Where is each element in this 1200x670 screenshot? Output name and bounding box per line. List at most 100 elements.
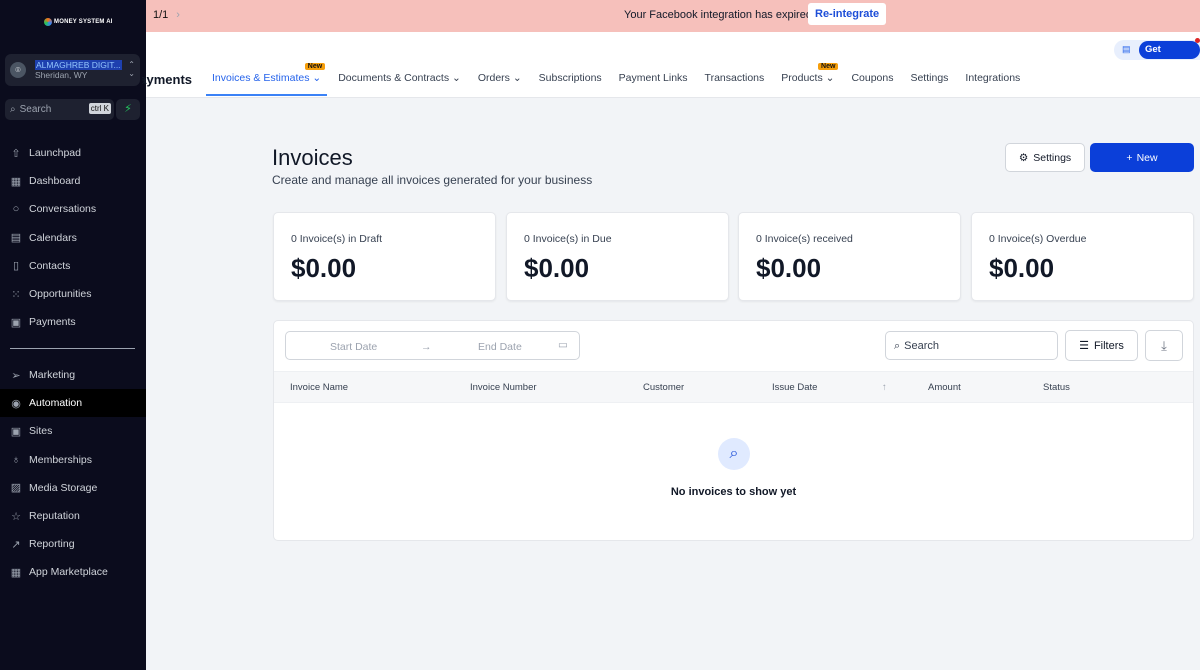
stat-value: $0.00 bbox=[989, 253, 1055, 283]
contacts-icon: ▯ bbox=[12, 260, 20, 273]
account-switcher[interactable]: ⌾ ALMAGHREB DIGIT... Sheridan, WY ⌃ ⌄ bbox=[5, 54, 140, 86]
tab-subscriptions[interactable]: Subscriptions bbox=[539, 72, 602, 84]
tab-transactions[interactable]: Transactions bbox=[705, 72, 765, 84]
tab-documents-contracts[interactable]: Documents & Contracts ⌄ bbox=[338, 72, 461, 84]
column-header[interactable]: Customer bbox=[643, 382, 684, 393]
filter-icon: ☰ bbox=[1079, 340, 1089, 352]
stat-card-received: 0 Invoice(s) received $0.00 bbox=[738, 212, 961, 301]
filters-label: Filters bbox=[1093, 339, 1124, 352]
location-icon: ⌾ bbox=[10, 62, 26, 78]
star-icon: ☆ bbox=[11, 510, 21, 523]
apps-icon: ▦ bbox=[10, 566, 22, 579]
tab-integrations[interactable]: Integrations bbox=[965, 72, 1020, 84]
tab-products[interactable]: Products ⌄ New bbox=[781, 63, 839, 84]
top-nav: Payments Invoices & Estimates ⌄ New Docum… bbox=[142, 32, 1200, 98]
sidebar-item-media-storage[interactable]: ▨ Media Storage bbox=[0, 474, 146, 502]
calendar-icon: ▤ bbox=[10, 232, 22, 245]
stat-value: $0.00 bbox=[291, 253, 357, 283]
sidebar-item-marketing[interactable]: ➢ Marketing bbox=[0, 361, 146, 389]
sidebar-item-label: Opportunities bbox=[29, 288, 92, 301]
grid-icon: ▦ bbox=[10, 175, 22, 188]
sidebar-item-reporting[interactable]: ↗ Reporting bbox=[0, 530, 146, 558]
sidebar-nav: ⇧ Launchpad ▦ Dashboard ○ Conversations ▤ Ca… bbox=[0, 139, 146, 336]
column-header[interactable]: Issue Date bbox=[772, 382, 817, 393]
image-icon: ▨ bbox=[10, 482, 22, 495]
chevron-right-icon[interactable]: › bbox=[176, 9, 180, 21]
stat-label: 0 Invoice(s) in Draft bbox=[291, 233, 383, 245]
sites-icon: ▣ bbox=[10, 425, 22, 438]
integration-banner: 1/1 › Your Facebook integration has expir… bbox=[146, 0, 1200, 32]
new-invoice-button[interactable]: + New bbox=[1090, 143, 1194, 172]
column-header[interactable]: Invoice Number bbox=[470, 382, 537, 393]
sidebar-item-contacts[interactable]: ▯ Contacts bbox=[0, 252, 146, 280]
invoices-table-panel: Start Date → End Date ▭ ⌕ Search ☰ Filters… bbox=[273, 320, 1194, 541]
column-header[interactable]: Amount bbox=[928, 382, 961, 393]
notification-dot bbox=[1195, 38, 1200, 43]
sidebar-item-label: Media Storage bbox=[29, 481, 98, 494]
calendar-icon: ▭ bbox=[558, 339, 568, 351]
account-location: Sheridan, WY bbox=[35, 70, 88, 80]
chevron-down-icon: ⌄ bbox=[512, 72, 522, 84]
chevron-down-icon: ⌄ bbox=[452, 72, 461, 84]
search-placeholder: Search bbox=[19, 104, 52, 115]
account-name: ALMAGHREB DIGIT... bbox=[35, 60, 122, 70]
sidebar-item-label: App Marketplace bbox=[29, 566, 108, 579]
column-header[interactable]: Status bbox=[1043, 382, 1070, 393]
sidebar-item-conversations[interactable]: ○ Conversations bbox=[0, 195, 146, 223]
chevron-updown-icon: ⌃ ⌄ bbox=[128, 60, 135, 78]
stat-card-draft: 0 Invoice(s) in Draft $0.00 bbox=[273, 212, 496, 301]
sidebar-item-opportunities[interactable]: ⁙ Opportunities bbox=[0, 280, 146, 308]
sidebar-nav-secondary: ➢ Marketing ◉ Automation ▣ Sites ♁ Membershi… bbox=[0, 361, 146, 587]
sidebar-item-calendars[interactable]: ▤ Calendars bbox=[0, 224, 146, 252]
sidebar-item-label: Launchpad bbox=[29, 147, 81, 160]
sidebar-item-automation[interactable]: ◉ Automation bbox=[0, 389, 146, 418]
sidebar-search[interactable]: ⌕ Search ctrl K bbox=[5, 99, 114, 120]
sidebar-item-payments[interactable]: ▣ Payments bbox=[0, 308, 146, 336]
sidebar-item-sites[interactable]: ▣ Sites bbox=[0, 417, 146, 445]
award-icon: ♁ bbox=[11, 453, 21, 466]
reintegrate-button[interactable]: Re-integrate bbox=[808, 3, 887, 25]
download-icon[interactable]: ⤓ bbox=[1145, 330, 1183, 361]
tab-label: Products bbox=[781, 72, 823, 84]
tabs: Invoices & Estimates ⌄ New Documents & Co… bbox=[205, 63, 1037, 96]
table-search-input[interactable]: ⌕ Search bbox=[885, 331, 1058, 360]
sort-arrow-icon[interactable]: ↑ bbox=[882, 382, 887, 393]
tab-label: Invoices & Estimates bbox=[212, 72, 310, 84]
tab-invoices-estimates[interactable]: Invoices & Estimates ⌄ New bbox=[205, 63, 328, 96]
tab-orders[interactable]: Orders ⌄ bbox=[478, 72, 522, 84]
sidebar-item-dashboard[interactable]: ▦ Dashboard bbox=[0, 167, 146, 195]
sidebar-item-label: Memberships bbox=[29, 453, 93, 466]
stat-card-overdue: 0 Invoice(s) Overdue $0.00 bbox=[971, 212, 1194, 301]
bolt-icon[interactable]: ⚡︎ bbox=[116, 99, 140, 120]
new-badge: New bbox=[304, 63, 326, 70]
tab-label: Documents & Contracts bbox=[338, 72, 450, 84]
plus-icon: + bbox=[1126, 151, 1133, 164]
sidebar-item-app-marketplace[interactable]: ▦ App Marketplace bbox=[0, 558, 146, 586]
search-icon: ⌕ bbox=[894, 340, 901, 352]
new-label: New bbox=[1136, 151, 1158, 164]
send-icon: ➢ bbox=[11, 369, 21, 382]
end-date-input[interactable]: End Date bbox=[478, 341, 522, 353]
page-title: Invoices bbox=[272, 145, 353, 170]
date-range-picker[interactable]: Start Date → End Date ▭ bbox=[285, 331, 580, 360]
sidebar-item-memberships[interactable]: ♁ Memberships bbox=[0, 446, 146, 474]
sidebar-item-reputation[interactable]: ☆ Reputation bbox=[0, 502, 146, 530]
start-date-input[interactable]: Start Date bbox=[330, 341, 377, 353]
settings-button[interactable]: ⚙ Settings bbox=[1005, 143, 1085, 172]
column-header[interactable]: Invoice Name bbox=[290, 382, 348, 393]
tab-payment-links[interactable]: Payment Links bbox=[619, 72, 688, 84]
sidebar-item-label: Payments bbox=[29, 316, 76, 329]
sidebar-item-launchpad[interactable]: ⇧ Launchpad bbox=[0, 139, 146, 167]
tab-coupons[interactable]: Coupons bbox=[851, 72, 893, 84]
sidebar-item-label: Calendars bbox=[29, 231, 77, 244]
stat-label: 0 Invoice(s) received bbox=[756, 233, 853, 245]
sidebar-item-label: Reporting bbox=[29, 538, 75, 551]
tab-settings[interactable]: Settings bbox=[910, 72, 948, 84]
search-icon: ⌕ bbox=[10, 104, 16, 115]
get-started-button[interactable]: Get Started bbox=[1139, 41, 1200, 73]
logo-text: MONEY SYSTEM AI bbox=[54, 19, 113, 25]
stat-value: $0.00 bbox=[524, 253, 590, 283]
card-icon: ▤ bbox=[1122, 44, 1131, 54]
get-started-widget: ▤ Get Started bbox=[1114, 38, 1200, 73]
filters-button[interactable]: ☰ Filters bbox=[1065, 330, 1138, 361]
